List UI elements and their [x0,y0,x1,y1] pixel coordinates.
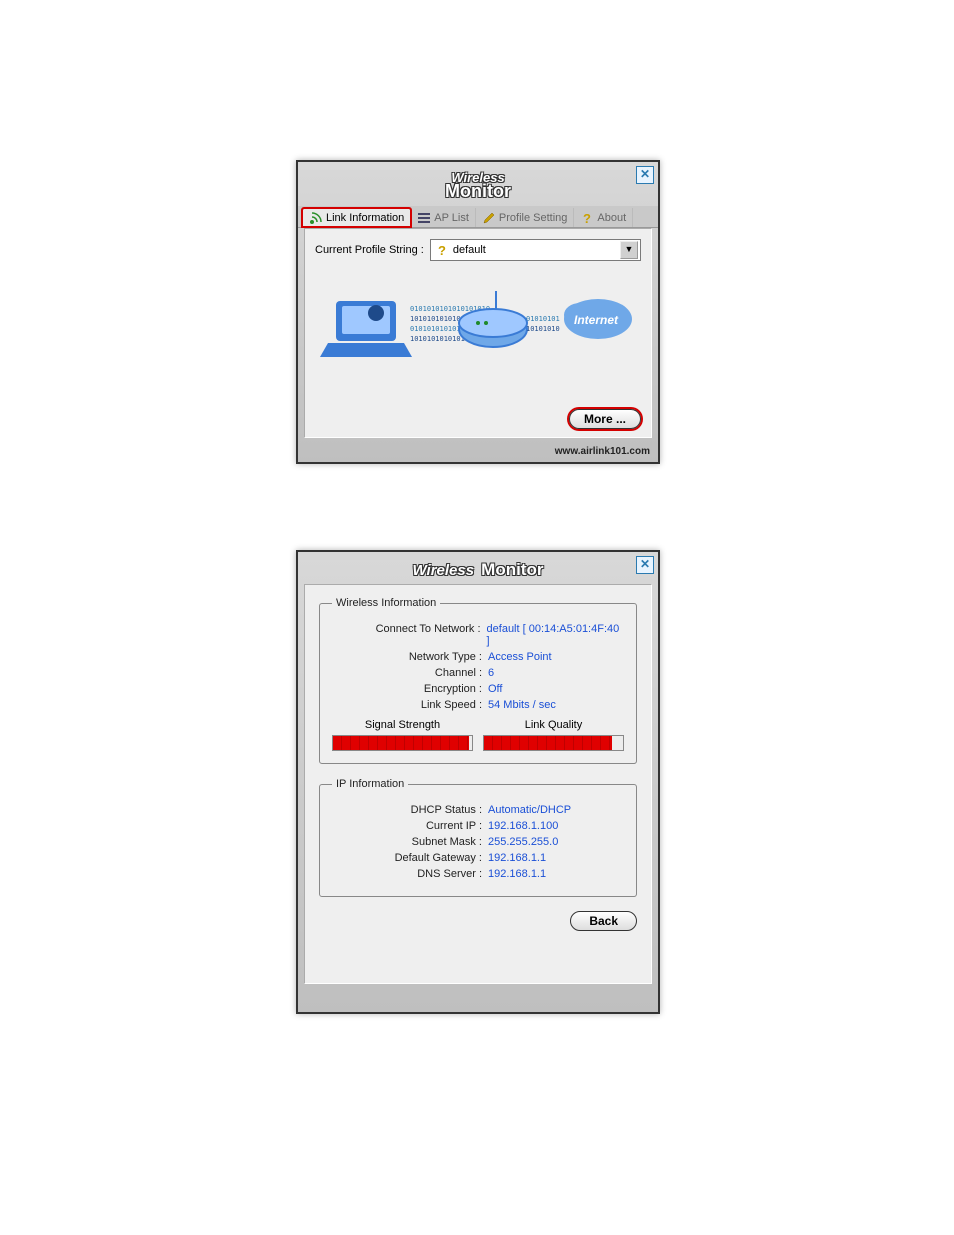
close-icon: ✕ [640,557,650,571]
link-quality-label: Link Quality [483,719,624,731]
row-dns: DNS Server : 192.168.1.1 [332,868,624,880]
profile-label: Current Profile String : [315,244,424,256]
client-area: Current Profile String : ? default ▼ [304,228,652,438]
label: DHCP Status : [332,804,488,816]
signal-strength-col: Signal Strength [332,719,473,751]
signal-strength-fill [333,736,469,750]
value: Access Point [488,651,552,663]
label: Encryption : [332,683,488,695]
label: DNS Server : [332,868,488,880]
label: Current IP : [332,820,488,832]
close-button[interactable]: ✕ [636,556,654,574]
tab-label: Link Information [326,212,404,224]
label: Link Speed : [332,699,488,711]
row-connect: Connect To Network : default [ 00:14:A5:… [332,623,624,647]
row-gateway: Default Gateway : 192.168.1.1 [332,852,624,864]
value: 192.168.1.1 [488,868,546,880]
more-button[interactable]: More ... [569,409,641,429]
back-button[interactable]: Back [570,911,637,931]
signal-strength-bar [332,735,473,751]
wireless-info-group: Wireless Information Connect To Network … [319,597,637,764]
label: Network Type : [332,651,488,663]
tab-label: AP List [434,212,469,224]
app-title-wireless: Wireless [413,562,475,579]
svg-text:Internet: Internet [574,313,619,327]
row-network-type: Network Type : Access Point [332,651,624,663]
value: 6 [488,667,494,679]
close-button[interactable]: ✕ [636,166,654,184]
signal-strength-label: Signal Strength [332,719,473,731]
chevron-down-icon[interactable]: ▼ [620,241,638,259]
client-area: Wireless Information Connect To Network … [304,584,652,984]
profile-value: default [453,244,616,256]
link-quality-fill [484,736,612,750]
tab-ap-list[interactable]: AP List [411,208,476,227]
footer-url: www.airlink101.com [298,444,658,461]
tab-about[interactable]: ? About [574,208,633,227]
row-encryption: Encryption : Off [332,683,624,695]
connection-graphic: 0101010101010101010 1010101010101010101 … [315,271,641,381]
question-icon: ? [435,243,449,257]
wireless-monitor-details-window: Wireless Monitor ✕ Wireless Information … [296,550,660,1014]
value: 192.168.1.100 [488,820,558,832]
ip-info-group: IP Information DHCP Status : Automatic/D… [319,778,637,897]
titlebar: Wireless Monitor ✕ [298,552,658,584]
svg-text:?: ? [438,243,446,257]
app-title-monitor: Monitor [481,560,543,579]
value: 54 Mbits / sec [488,699,556,711]
row-channel: Channel : 6 [332,667,624,679]
link-quality-bar [483,735,624,751]
svg-text:01010101: 01010101 [526,315,560,323]
tab-profile-setting[interactable]: Profile Setting [476,208,574,227]
row-link-speed: Link Speed : 54 Mbits / sec [332,699,624,711]
wireless-info-legend: Wireless Information [332,597,440,609]
row-dhcp: DHCP Status : Automatic/DHCP [332,804,624,816]
value: 192.168.1.1 [488,852,546,864]
internet-cloud-icon: Internet [564,299,632,339]
svg-text:?: ? [583,211,591,225]
ip-info-legend: IP Information [332,778,408,790]
label: Connect To Network : [332,623,487,647]
row-subnet-mask: Subnet Mask : 255.255.255.0 [332,836,624,848]
row-current-ip: Current IP : 192.168.1.100 [332,820,624,832]
data-stream-icon: 01010101 10101010 [526,315,560,333]
value: 255.255.255.0 [488,836,558,848]
question-icon: ? [580,211,594,225]
value: Off [488,683,502,695]
svg-text:10101010: 10101010 [526,325,560,333]
close-icon: ✕ [640,167,650,181]
link-quality-col: Link Quality [483,719,624,751]
wireless-monitor-main-window: Wireless Monitor ✕ Link Information AP L… [296,160,660,464]
tab-bar: Link Information AP List Profile Setting… [298,206,658,228]
signal-bars: Signal Strength Link Quality [332,719,624,751]
app-title-monitor: Monitor [298,181,658,202]
titlebar: Wireless Monitor ✕ [298,162,658,206]
tab-label: About [597,212,626,224]
tab-label: Profile Setting [499,212,567,224]
value: default [ 00:14:A5:01:4F:40 ] [487,623,624,647]
label: Subnet Mask : [332,836,488,848]
router-icon [459,291,527,347]
profile-row: Current Profile String : ? default ▼ [315,239,641,261]
value: Automatic/DHCP [488,804,571,816]
label: Channel : [332,667,488,679]
label: Default Gateway : [332,852,488,864]
tab-link-information[interactable]: Link Information [302,208,411,227]
pencil-icon [482,211,496,225]
laptop-icon [320,301,412,357]
profile-dropdown[interactable]: ? default ▼ [430,239,641,261]
list-icon [417,211,431,225]
signal-icon [309,211,323,225]
